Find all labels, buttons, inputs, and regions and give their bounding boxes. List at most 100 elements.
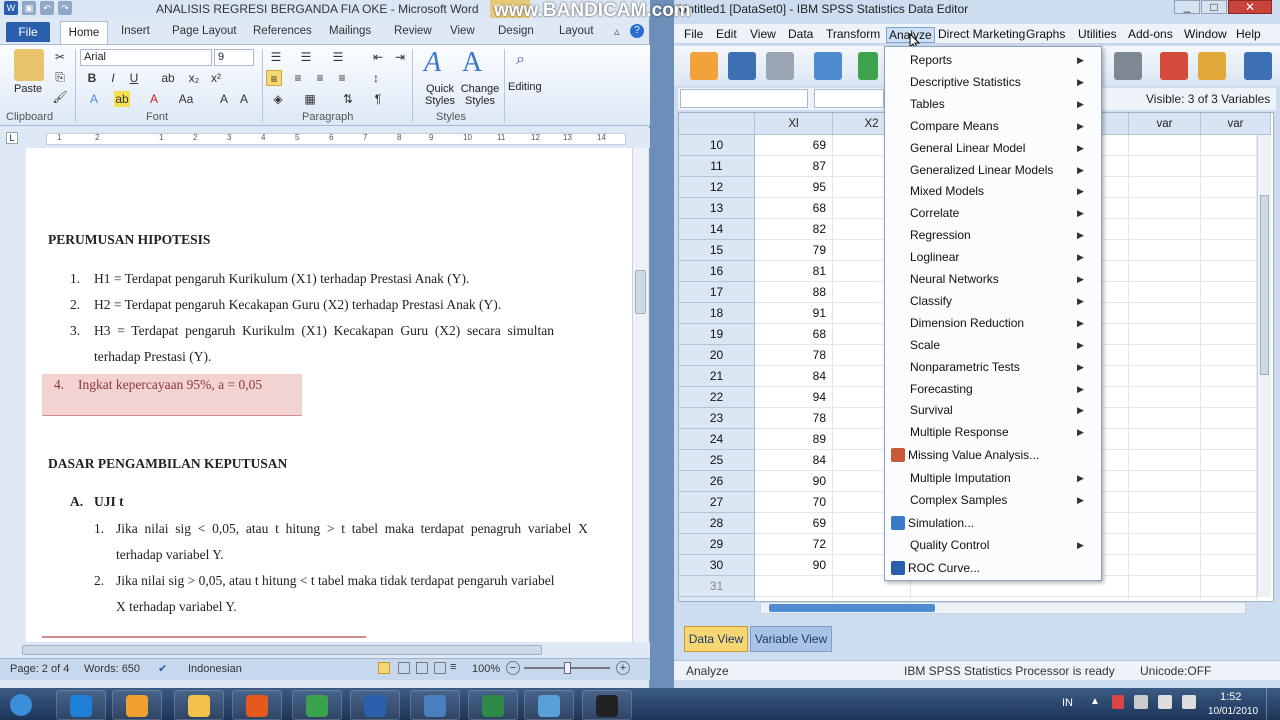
language-indicator[interactable]: Indonesian <box>188 663 242 675</box>
menu-item-forecasting[interactable]: Forecasting ▶ <box>885 378 1101 400</box>
taskbar-button[interactable] <box>468 690 518 720</box>
show-desktop-button[interactable] <box>1266 688 1280 720</box>
tab-mailings[interactable]: Mailings <box>329 25 371 37</box>
cell-empty[interactable] <box>1201 408 1257 429</box>
cell-empty[interactable] <box>1129 135 1201 156</box>
cell-empty[interactable] <box>1201 576 1257 597</box>
font-size-combo[interactable]: 9 <box>214 49 254 66</box>
menu-item-quality-control[interactable]: Quality Control ▶ <box>885 534 1101 556</box>
menu-graphs[interactable]: Graphs <box>1026 27 1065 41</box>
row-number[interactable]: 25 <box>679 450 755 471</box>
cell-empty[interactable] <box>1201 513 1257 534</box>
word-horizontal-scrollbar[interactable] <box>0 642 650 658</box>
tray-app-icon[interactable] <box>1112 695 1124 709</box>
font-color-icon[interactable]: A <box>146 91 162 107</box>
cell-x1[interactable]: 68 <box>755 198 833 219</box>
cell-empty[interactable] <box>1129 492 1201 513</box>
minimize-ribbon-icon[interactable]: ▵ <box>614 25 620 38</box>
menu-help[interactable]: Help <box>1236 27 1261 41</box>
tab-insert[interactable]: Insert <box>121 25 150 37</box>
row-number[interactable]: 15 <box>679 240 755 261</box>
scroll-thumb[interactable] <box>769 604 935 612</box>
row-number[interactable]: 13 <box>679 198 755 219</box>
taskbar-button[interactable] <box>174 690 224 720</box>
menu-item-correlate[interactable]: Correlate ▶ <box>885 202 1101 224</box>
taskbar-button[interactable] <box>410 690 460 720</box>
cell-empty[interactable] <box>1129 408 1201 429</box>
cell-empty[interactable] <box>1129 471 1201 492</box>
borders-icon[interactable]: ▦ <box>302 91 318 107</box>
paste-button[interactable]: Paste <box>14 83 42 95</box>
quick-styles-button[interactable]: Quick Styles <box>422 83 458 107</box>
cell-empty[interactable] <box>1201 177 1257 198</box>
word-count[interactable]: Words: 650 <box>84 663 140 675</box>
row-number[interactable]: 27 <box>679 492 755 513</box>
row-number[interactable]: 18 <box>679 303 755 324</box>
cell-x1[interactable]: 70 <box>755 492 833 513</box>
cut-icon[interactable]: ✂ <box>52 49 68 65</box>
cell-empty[interactable] <box>1201 492 1257 513</box>
tab-references[interactable]: References <box>253 25 312 37</box>
cell-x1[interactable]: 82 <box>755 219 833 240</box>
zoom-slider-thumb[interactable] <box>564 662 571 674</box>
word-vertical-scrollbar[interactable] <box>632 148 648 642</box>
cell-empty[interactable] <box>1201 303 1257 324</box>
cell-x1[interactable]: 68 <box>755 324 833 345</box>
cell-empty[interactable] <box>1129 303 1201 324</box>
increase-indent-icon[interactable]: ⇥ <box>392 49 408 65</box>
row-number[interactable]: 19 <box>679 324 755 345</box>
cell-empty[interactable] <box>1129 429 1201 450</box>
menu-view[interactable]: View <box>750 27 776 41</box>
menu-item-neural-networks[interactable]: Neural Networks ▶ <box>885 268 1101 290</box>
text-effects-icon[interactable]: A <box>86 91 102 107</box>
draft-icon[interactable]: ≡ <box>450 661 456 673</box>
outline-icon[interactable] <box>434 662 446 674</box>
insert-variable-icon[interactable] <box>1198 52 1226 80</box>
taskbar-button[interactable] <box>232 690 282 720</box>
row-number[interactable]: 16 <box>679 261 755 282</box>
menu-file[interactable]: File <box>684 27 703 41</box>
superscript-icon[interactable]: x² <box>208 70 224 86</box>
cell-empty[interactable] <box>1129 240 1201 261</box>
menu-transform[interactable]: Transform <box>826 27 880 41</box>
cell-empty[interactable] <box>1129 156 1201 177</box>
variable-view-tab[interactable]: Variable View <box>750 626 832 652</box>
tab-review[interactable]: Review <box>394 25 432 37</box>
bold-icon[interactable]: B <box>84 70 100 86</box>
strikethrough-icon[interactable]: ab <box>160 70 176 86</box>
tab-design[interactable]: Design <box>498 25 534 37</box>
cell-empty[interactable] <box>1129 261 1201 282</box>
taskbar-button[interactable] <box>292 690 342 720</box>
menu-item-regression[interactable]: Regression ▶ <box>885 224 1101 246</box>
cell-x1[interactable]: 81 <box>755 261 833 282</box>
tab-layout[interactable]: Layout <box>559 25 594 37</box>
menu-item-descriptive-statistics[interactable]: Descriptive Statistics ▶ <box>885 71 1101 93</box>
cell-x1[interactable]: 91 <box>755 303 833 324</box>
cell-x1[interactable]: 79 <box>755 240 833 261</box>
open-icon[interactable] <box>690 52 718 80</box>
menu-item-scale[interactable]: Scale ▶ <box>885 334 1101 356</box>
maximize-icon[interactable]: □ <box>1201 0 1227 14</box>
menu-item-classify[interactable]: Classify ▶ <box>885 290 1101 312</box>
underline-icon[interactable]: U <box>126 70 142 86</box>
insert-cases-icon[interactable] <box>1160 52 1188 80</box>
cell-empty[interactable] <box>1129 177 1201 198</box>
redo-icon[interactable]: ↷ <box>58 1 72 15</box>
menu-item-missing-value-analysis[interactable]: Missing Value Analysis... <box>885 444 1101 466</box>
tab-selector-icon[interactable]: L <box>6 132 18 144</box>
cell-reference-box[interactable] <box>680 89 808 108</box>
taskbar-button[interactable] <box>582 690 632 720</box>
print-icon[interactable] <box>766 52 794 80</box>
editing-button[interactable]: Editing <box>508 81 542 93</box>
copy-icon[interactable]: ⎘ <box>52 69 68 85</box>
menu-item-survival[interactable]: Survival ▶ <box>885 399 1101 421</box>
taskbar-button[interactable] <box>0 690 44 720</box>
row-number[interactable]: 22 <box>679 387 755 408</box>
line-spacing-icon[interactable]: ↕ <box>368 70 384 86</box>
grid-horizontal-scrollbar[interactable] <box>760 602 1246 614</box>
proofing-icon[interactable]: ✔ <box>158 662 167 675</box>
cell-empty[interactable] <box>1129 534 1201 555</box>
cell-x1[interactable]: 84 <box>755 450 833 471</box>
row-number[interactable]: 14 <box>679 219 755 240</box>
page-indicator[interactable]: Page: 2 of 4 <box>10 663 69 675</box>
